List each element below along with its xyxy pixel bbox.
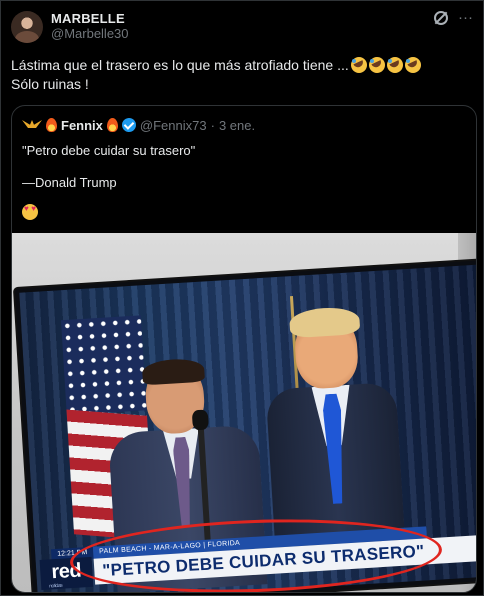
quoted-post-header: Fennix @Fennix73 · 3 ene. xyxy=(22,117,255,133)
author-name[interactable]: MARBELLE xyxy=(51,11,129,26)
post-text: Lástima que el trasero es lo que más atr… xyxy=(11,56,471,94)
rofl-emoji-icon xyxy=(404,57,421,73)
heart-eyes-emoji-icon xyxy=(22,204,38,220)
fire-emoji-icon xyxy=(46,118,57,132)
author-block[interactable]: MARBELLE @Marbelle30 xyxy=(51,11,129,42)
author-handle[interactable]: @Marbelle30 xyxy=(51,26,129,42)
rofl-emoji-icon xyxy=(368,57,385,73)
post-text-line-1: Lástima que el trasero es lo que más atr… xyxy=(11,56,471,75)
fire-emoji-icon xyxy=(106,118,118,132)
avatar[interactable] xyxy=(11,11,43,43)
more-icon[interactable]: ··· xyxy=(458,10,473,26)
verified-badge-icon xyxy=(121,118,136,132)
quoted-author-name[interactable]: Fennix xyxy=(61,118,103,133)
quoted-author-handle[interactable]: @Fennix73 xyxy=(140,118,207,133)
quoted-quote-line: "Petro debe cuidar su trasero" xyxy=(22,143,196,158)
post-actions-top: ··· xyxy=(434,10,473,26)
quoted-avatar-icon[interactable] xyxy=(22,117,42,133)
quoted-attribution: —Donald Trump xyxy=(22,175,117,190)
quoted-post-date[interactable]: 3 ene. xyxy=(219,118,255,133)
rofl-emoji-icon xyxy=(386,57,403,73)
grok-icon[interactable] xyxy=(434,11,448,25)
rofl-emoji-icon xyxy=(350,57,367,73)
post-text-line-2: Sólo ruinas ! xyxy=(11,76,89,92)
quoted-post[interactable]: Fennix @Fennix73 · 3 ene. "Petro debe cu… xyxy=(11,105,477,593)
post-card[interactable]: MARBELLE @Marbelle30 ··· Lástima que el … xyxy=(0,0,484,596)
quoted-photo[interactable]: 12:21 PM PALM BEACH - MAR-A-LAGO | FLORI… xyxy=(12,233,476,592)
separator-dot: · xyxy=(210,117,215,133)
